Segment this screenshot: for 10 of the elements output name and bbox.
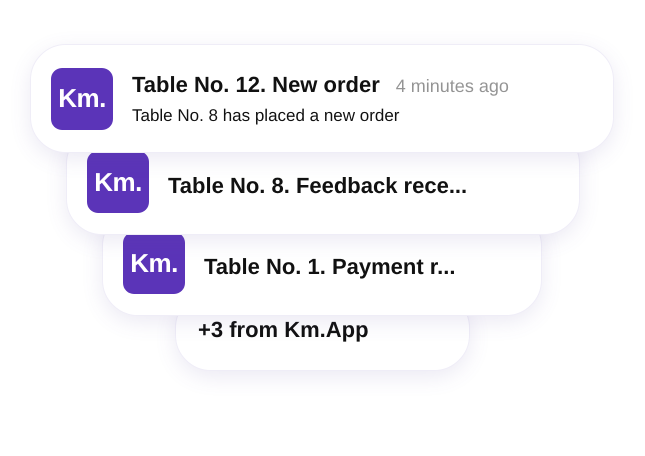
more-notifications-label: +3 from Km.App (198, 317, 369, 343)
app-logo: Km. (123, 232, 185, 294)
app-logo: Km. (87, 151, 149, 213)
app-logo: Km. (51, 68, 113, 130)
notification-title: Table No. 8. Feedback rece... (168, 173, 468, 199)
notification-title: Table No. 12. New order (132, 72, 380, 98)
notification-message: Table No. 8 has placed a new order (132, 106, 400, 126)
notification-time: 4 minutes ago (396, 76, 509, 96)
notification-card[interactable]: Km. Table No. 12. New order 4 minutes ago Table No. 8 has placed a new order (30, 44, 614, 153)
notification-title: Table No. 1. Payment r... (204, 254, 456, 280)
